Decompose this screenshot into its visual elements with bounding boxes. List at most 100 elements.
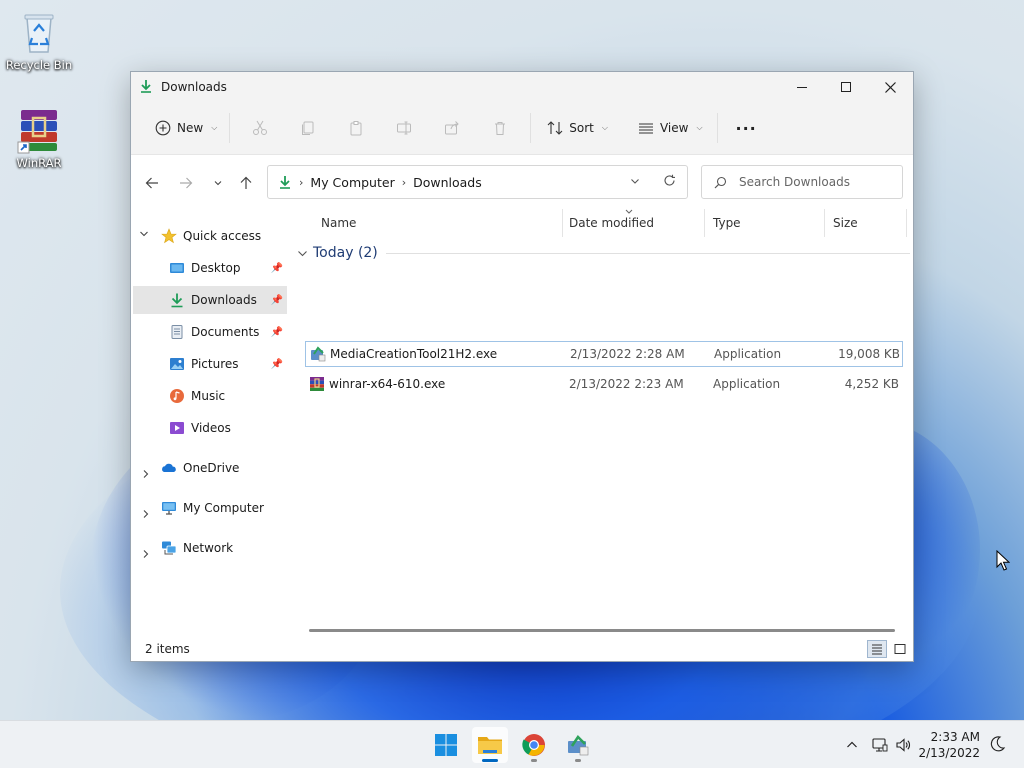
desktop-icon-label: WinRAR <box>16 156 62 170</box>
media-creation-tool-icon <box>568 734 589 756</box>
taskbar-file-explorer[interactable] <box>472 727 508 763</box>
file-date: 2/13/2022 2:28 AM <box>570 347 685 361</box>
share-button[interactable] <box>428 112 476 144</box>
pin-icon: 📌 <box>270 294 283 306</box>
sidebar-item-network[interactable]: Network <box>133 534 287 562</box>
chevron-down-icon <box>298 250 307 256</box>
minimize-button[interactable] <box>779 72 825 102</box>
sidebar-item-videos[interactable]: Videos <box>133 414 287 442</box>
start-button[interactable] <box>428 727 464 763</box>
network-status-button[interactable] <box>868 737 892 753</box>
address-bar[interactable]: › My Computer › Downloads <box>267 165 688 199</box>
volume-button[interactable] <box>892 737 914 753</box>
title-bar[interactable]: Downloads <box>131 72 913 102</box>
column-header-size[interactable]: Size <box>823 209 907 237</box>
column-header-type[interactable]: Type <box>703 209 825 237</box>
search-input[interactable] <box>739 175 889 189</box>
maximize-button[interactable] <box>823 72 869 102</box>
taskbar-chrome[interactable] <box>516 727 552 763</box>
breadcrumb-downloads[interactable]: Downloads <box>413 175 482 190</box>
view-label: View <box>659 121 689 135</box>
horizontal-scrollbar[interactable] <box>309 629 895 632</box>
sidebar-item-label: Desktop <box>191 261 241 275</box>
delete-button[interactable] <box>476 112 524 144</box>
active-indicator <box>482 759 498 762</box>
column-header-date-modified[interactable]: Date modified <box>559 209 705 237</box>
file-row[interactable]: winrar-x64-610.exe 2/13/2022 2:23 AM App… <box>305 372 903 398</box>
sidebar-item-label: OneDrive <box>183 461 240 475</box>
taskbar: 2:33 AM 2/13/2022 <box>0 720 1024 768</box>
status-bar: 2 items <box>131 637 913 661</box>
moon-icon <box>990 736 1006 752</box>
back-button[interactable] <box>140 171 164 195</box>
sidebar-item-my-computer[interactable]: My Computer <box>133 494 287 522</box>
rename-button[interactable] <box>380 112 428 144</box>
large-icons-view-button[interactable] <box>890 640 910 658</box>
group-header-today[interactable]: Today (2) <box>297 245 910 261</box>
breadcrumb-separator-icon: › <box>401 175 407 189</box>
system-clock[interactable]: 2:33 AM 2/13/2022 <box>918 729 980 761</box>
volume-icon <box>896 738 910 752</box>
sidebar-item-pictures[interactable]: Pictures 📌 <box>133 350 287 378</box>
group-divider <box>385 252 910 254</box>
chevron-up-icon <box>847 741 857 748</box>
search-box[interactable] <box>701 165 903 199</box>
running-indicator <box>575 759 581 762</box>
large-icons-view-icon <box>894 644 906 654</box>
recycle-bin-icon <box>15 8 63 56</box>
file-row[interactable]: MediaCreationTool21H2.exe 2/13/2022 2:28… <box>305 341 903 367</box>
show-hidden-icons-button[interactable] <box>842 739 862 751</box>
close-button[interactable] <box>867 72 913 102</box>
column-header-name[interactable]: Name <box>311 209 563 237</box>
file-date: 2/13/2022 2:23 AM <box>569 377 684 391</box>
command-bar: New ⌵ Sort ⌵ View ⌵ ··· <box>131 102 913 155</box>
search-icon <box>714 176 727 188</box>
maximize-icon <box>841 82 851 92</box>
forward-button[interactable] <box>174 171 198 195</box>
view-icon <box>638 123 653 134</box>
chevron-down-icon: ⌵ <box>696 123 703 132</box>
new-button[interactable]: New ⌵ <box>149 112 223 144</box>
cut-button[interactable] <box>236 112 284 144</box>
focus-assist-button[interactable] <box>988 735 1006 756</box>
sidebar-item-onedrive[interactable]: OneDrive <box>133 454 287 482</box>
sidebar-item-quick-access[interactable]: Quick access <box>133 222 287 250</box>
refresh-button[interactable] <box>663 174 676 190</box>
copy-button[interactable] <box>284 112 332 144</box>
desktop-icon-winrar[interactable]: WinRAR <box>0 106 78 170</box>
paste-button[interactable] <box>332 112 380 144</box>
close-icon <box>884 81 896 93</box>
address-dropdown-button[interactable] <box>630 175 640 189</box>
sort-icon <box>547 121 563 135</box>
cut-icon <box>253 120 268 135</box>
file-size: 4,252 KB <box>844 377 899 391</box>
sidebar-item-downloads[interactable]: Downloads 📌 <box>133 286 287 314</box>
paste-icon <box>350 121 362 136</box>
navigation-pane: Quick access Desktop 📌 Downloads 📌 Docum… <box>131 209 289 635</box>
chevron-down-icon <box>631 179 639 184</box>
desktop-icon-recycle-bin[interactable]: Recycle Bin <box>0 8 78 72</box>
system-tray <box>842 721 914 768</box>
chevron-down-icon: ⌵ <box>211 123 218 132</box>
network-icon <box>162 541 177 555</box>
sidebar-item-desktop[interactable]: Desktop 📌 <box>133 254 287 282</box>
more-icon: ··· <box>735 118 757 138</box>
toolbar-separator <box>530 113 532 143</box>
running-indicator <box>531 759 537 762</box>
see-more-button[interactable]: ··· <box>730 112 763 144</box>
address-row: › My Computer › Downloads <box>131 155 913 209</box>
breadcrumb-my-computer[interactable]: My Computer <box>310 175 394 190</box>
download-icon <box>139 79 153 96</box>
taskbar-media-creation-tool[interactable] <box>560 727 596 763</box>
sort-button[interactable]: Sort ⌵ <box>541 112 614 144</box>
details-view-button[interactable] <box>867 640 887 658</box>
sidebar-item-label: Documents <box>191 325 260 339</box>
sidebar-item-documents[interactable]: Documents 📌 <box>133 318 287 346</box>
view-button[interactable]: View ⌵ <box>632 112 709 144</box>
sidebar-item-music[interactable]: Music <box>133 382 287 410</box>
recent-locations-button[interactable] <box>206 171 230 195</box>
up-button[interactable] <box>234 171 258 195</box>
file-list-pane: Name Date modified Type Size Today (2) M… <box>291 209 913 635</box>
sidebar-item-label: Quick access <box>183 229 262 243</box>
sidebar-item-label: Pictures <box>191 357 239 371</box>
